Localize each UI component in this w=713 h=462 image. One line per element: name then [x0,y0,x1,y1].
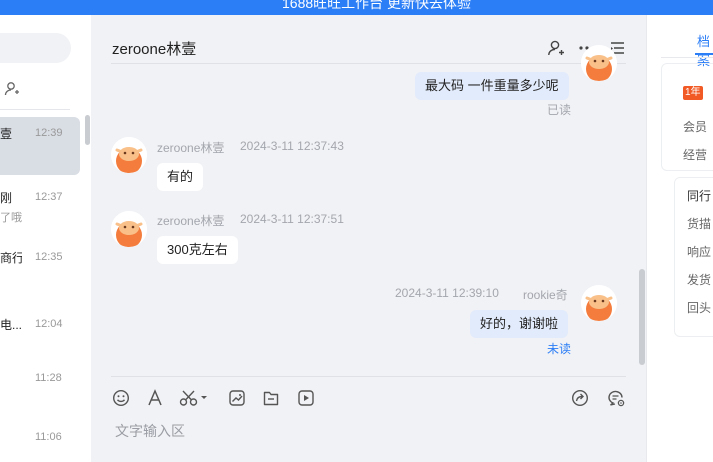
file-icon[interactable] [261,388,281,408]
conversation-time: 12:04 [35,318,63,330]
message-status: 未读 [547,342,572,356]
share-icon[interactable] [570,388,590,408]
panel-divider [661,57,713,58]
conversation-name: 电... [0,318,22,332]
message-input[interactable]: 文字输入区 [115,421,185,441]
conversation-time: 12:39 [35,127,63,139]
avatar[interactable] [111,211,147,247]
business-label: 经营 [683,148,708,162]
scissors-icon[interactable] [179,388,209,408]
conversation-item[interactable]: 11:28 [0,362,80,420]
conversation-item[interactable]: 电... 12:04 [0,308,80,366]
conversation-preview: 了哦 [0,212,22,224]
font-icon[interactable] [145,388,165,408]
avatar[interactable] [111,137,147,173]
add-contact-icon[interactable] [4,81,20,97]
sender-name: zeroone林壹 [157,214,225,228]
conversation-name: 刚 [0,191,13,205]
avatar[interactable] [581,45,617,81]
message-time: 2024-3-11 12:39:10 [395,286,499,300]
input-divider [111,376,626,377]
top-banner-text: 1688旺旺工作台 更新快去体验 [282,0,472,11]
message-bubble[interactable]: 有的 [157,163,204,191]
years-badge: 1年 [683,86,703,100]
sender-name: rookie奇 [523,288,568,302]
peer-card-title: 同行 [687,189,712,203]
conversation-name: 壹 [0,127,13,141]
conversation-item[interactable]: 壹 12:39 [0,117,80,175]
conversation-item[interactable]: 11:06 [0,421,80,462]
conversation-time: 11:28 [35,372,62,384]
message-bubble[interactable]: 好的，谢谢啦 [470,310,569,338]
chat-scrollbar[interactable] [639,269,645,365]
peer-row: 响应 [687,245,712,259]
search-box[interactable] [0,33,71,63]
top-banner[interactable]: 1688旺旺工作台 更新快去体验 [0,0,713,15]
message-bubble[interactable]: 最大码 一件重量多少呢 [415,72,569,100]
video-icon[interactable] [296,388,316,408]
avatar[interactable] [581,285,617,321]
chat-settings-icon[interactable] [606,388,626,408]
message-time: 2024-3-11 12:37:51 [240,212,344,226]
message-bubble[interactable]: 300克左右 [157,236,238,264]
conversation-time: 12:37 [35,191,63,203]
message-status: 已读 [547,103,572,117]
chat-pane: zeroone林壹 最大码 一件重量多少呢 已读 zeroone林壹 2024-… [91,15,646,462]
emoji-icon[interactable] [111,388,131,408]
conversation-name: 商行 [0,251,22,265]
member-label: 会员 [683,120,708,134]
conversation-sidebar: 壹 12:39 刚 了哦 12:37 商行 12:35 电... 12:04 1… [0,15,91,462]
chat-header-divider [111,63,626,64]
conversation-item[interactable]: 商行 12:35 [0,241,80,299]
sender-name: zeroone林壹 [157,141,225,155]
peer-row: 回头 [687,301,712,315]
person-add-icon[interactable] [546,38,566,58]
conversation-item[interactable]: 刚 了哦 12:37 [0,181,80,239]
peer-row: 货描 [687,217,712,231]
peer-row: 发货 [687,273,712,287]
profile-panel: 档案 1年 会员 经营 同行 货描 响应 发货 回头 [646,15,713,462]
conversation-time: 11:06 [35,431,62,443]
chat-title: zeroone林壹 [112,41,197,58]
tab-indicator [695,53,713,55]
image-icon[interactable] [227,388,247,408]
message-time: 2024-3-11 12:37:43 [240,139,344,153]
sidebar-scrollbar[interactable] [85,115,90,145]
sidebar-divider [0,109,70,110]
conversation-time: 12:35 [35,251,63,263]
